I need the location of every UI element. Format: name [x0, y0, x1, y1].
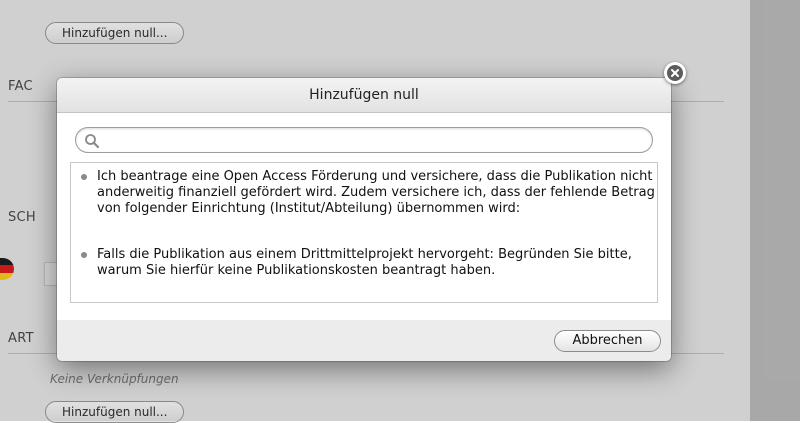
dialog-title: Hinzufügen null — [309, 87, 419, 103]
list-item-label: Ich beantrage eine Open Access Förderung… — [97, 169, 655, 216]
list-item[interactable]: Ich beantrage eine Open Access Förderung… — [81, 169, 655, 217]
close-icon — [667, 65, 683, 81]
dialog-body: Ich beantrage eine Open Access Förderung… — [57, 113, 671, 320]
add-dialog: Hinzufügen null Ich beantrage eine Open … — [57, 78, 671, 361]
list-item[interactable]: Falls die Publikation aus einem Drittmit… — [81, 247, 651, 279]
search-icon — [85, 134, 100, 149]
close-button[interactable] — [664, 62, 686, 84]
list-item-label: Falls die Publikation aus einem Drittmit… — [97, 247, 632, 278]
dialog-header: Hinzufügen null — [57, 78, 671, 113]
dialog-footer: Abbrechen — [57, 320, 671, 361]
bullet-icon — [81, 252, 87, 258]
search-input[interactable] — [104, 131, 644, 149]
bullet-icon — [81, 174, 87, 180]
cancel-button[interactable]: Abbrechen — [554, 330, 661, 352]
search-field[interactable] — [75, 127, 653, 153]
choice-list: Ich beantrage eine Open Access Förderung… — [70, 162, 658, 303]
